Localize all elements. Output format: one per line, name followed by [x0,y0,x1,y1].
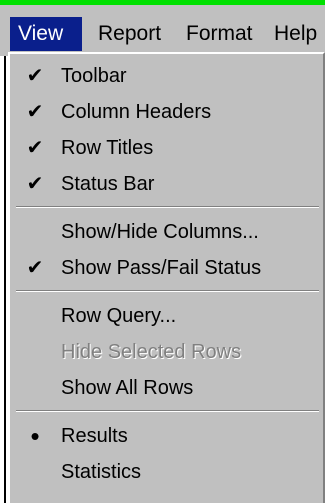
empty-marker [24,460,46,484]
menu-item-label: Status Bar [61,173,155,195]
menu-item-label: Row Query... [61,305,177,327]
background-window-border [4,56,6,503]
empty-marker [24,376,46,400]
menu-item-label: Statistics [61,461,142,483]
menu-item-toolbar[interactable]: ✔ Toolbar [10,58,323,94]
menu-item-label: Toolbar [61,65,127,87]
empty-marker [24,304,46,328]
checkmark-icon: ✔ [26,65,44,87]
menu-item-row-query[interactable]: Row Query... [10,298,323,334]
checkmark-icon: ✔ [26,137,44,159]
menu-separator [16,410,319,412]
menu-separator [16,206,319,208]
empty-marker [24,340,46,364]
radio-bullet-icon: • [30,421,40,451]
app-window: View Report Format Help ✔ Toolbar ✔ Column … [0,0,325,503]
menu-item-show-all-rows[interactable]: Show All Rows [10,370,323,406]
menu-item-label: Results [61,425,128,447]
menu-bar: View Report Format Help [0,5,325,56]
menu-view[interactable]: View [10,17,82,51]
menu-item-label: Column Headers [61,101,212,123]
menu-item-results[interactable]: • Results [10,418,323,454]
menu-format[interactable]: Format [178,17,264,51]
menu-item-statistics[interactable]: Statistics [10,454,323,490]
menu-item-row-titles[interactable]: ✔ Row Titles [10,130,323,166]
menu-item-column-headers[interactable]: ✔ Column Headers [10,94,323,130]
checkmark-icon: ✔ [26,257,44,279]
menu-item-show-pass-fail-status[interactable]: ✔ Show Pass/Fail Status [10,250,323,286]
menu-item-hide-selected-rows: Hide Selected Rows [10,334,323,370]
menu-item-label: Row Titles [61,137,154,159]
view-dropdown-menu: ✔ Toolbar ✔ Column Headers ✔ Row Titles ✔ Statu… [8,52,325,503]
menu-report[interactable]: Report [90,17,174,51]
menu-item-label: Show Pass/Fail Status [61,257,262,279]
menu-separator [16,290,319,292]
menu-item-show-hide-columns[interactable]: Show/Hide Columns... [10,214,323,250]
checkmark-icon: ✔ [26,173,44,195]
empty-marker [24,220,46,244]
menu-help[interactable]: Help [266,17,325,51]
menu-item-status-bar[interactable]: ✔ Status Bar [10,166,323,202]
menu-item-label: Show All Rows [61,377,194,399]
menu-item-label: Show/Hide Columns... [61,221,259,243]
checkmark-icon: ✔ [26,101,44,123]
menu-item-label: Hide Selected Rows [61,341,242,363]
